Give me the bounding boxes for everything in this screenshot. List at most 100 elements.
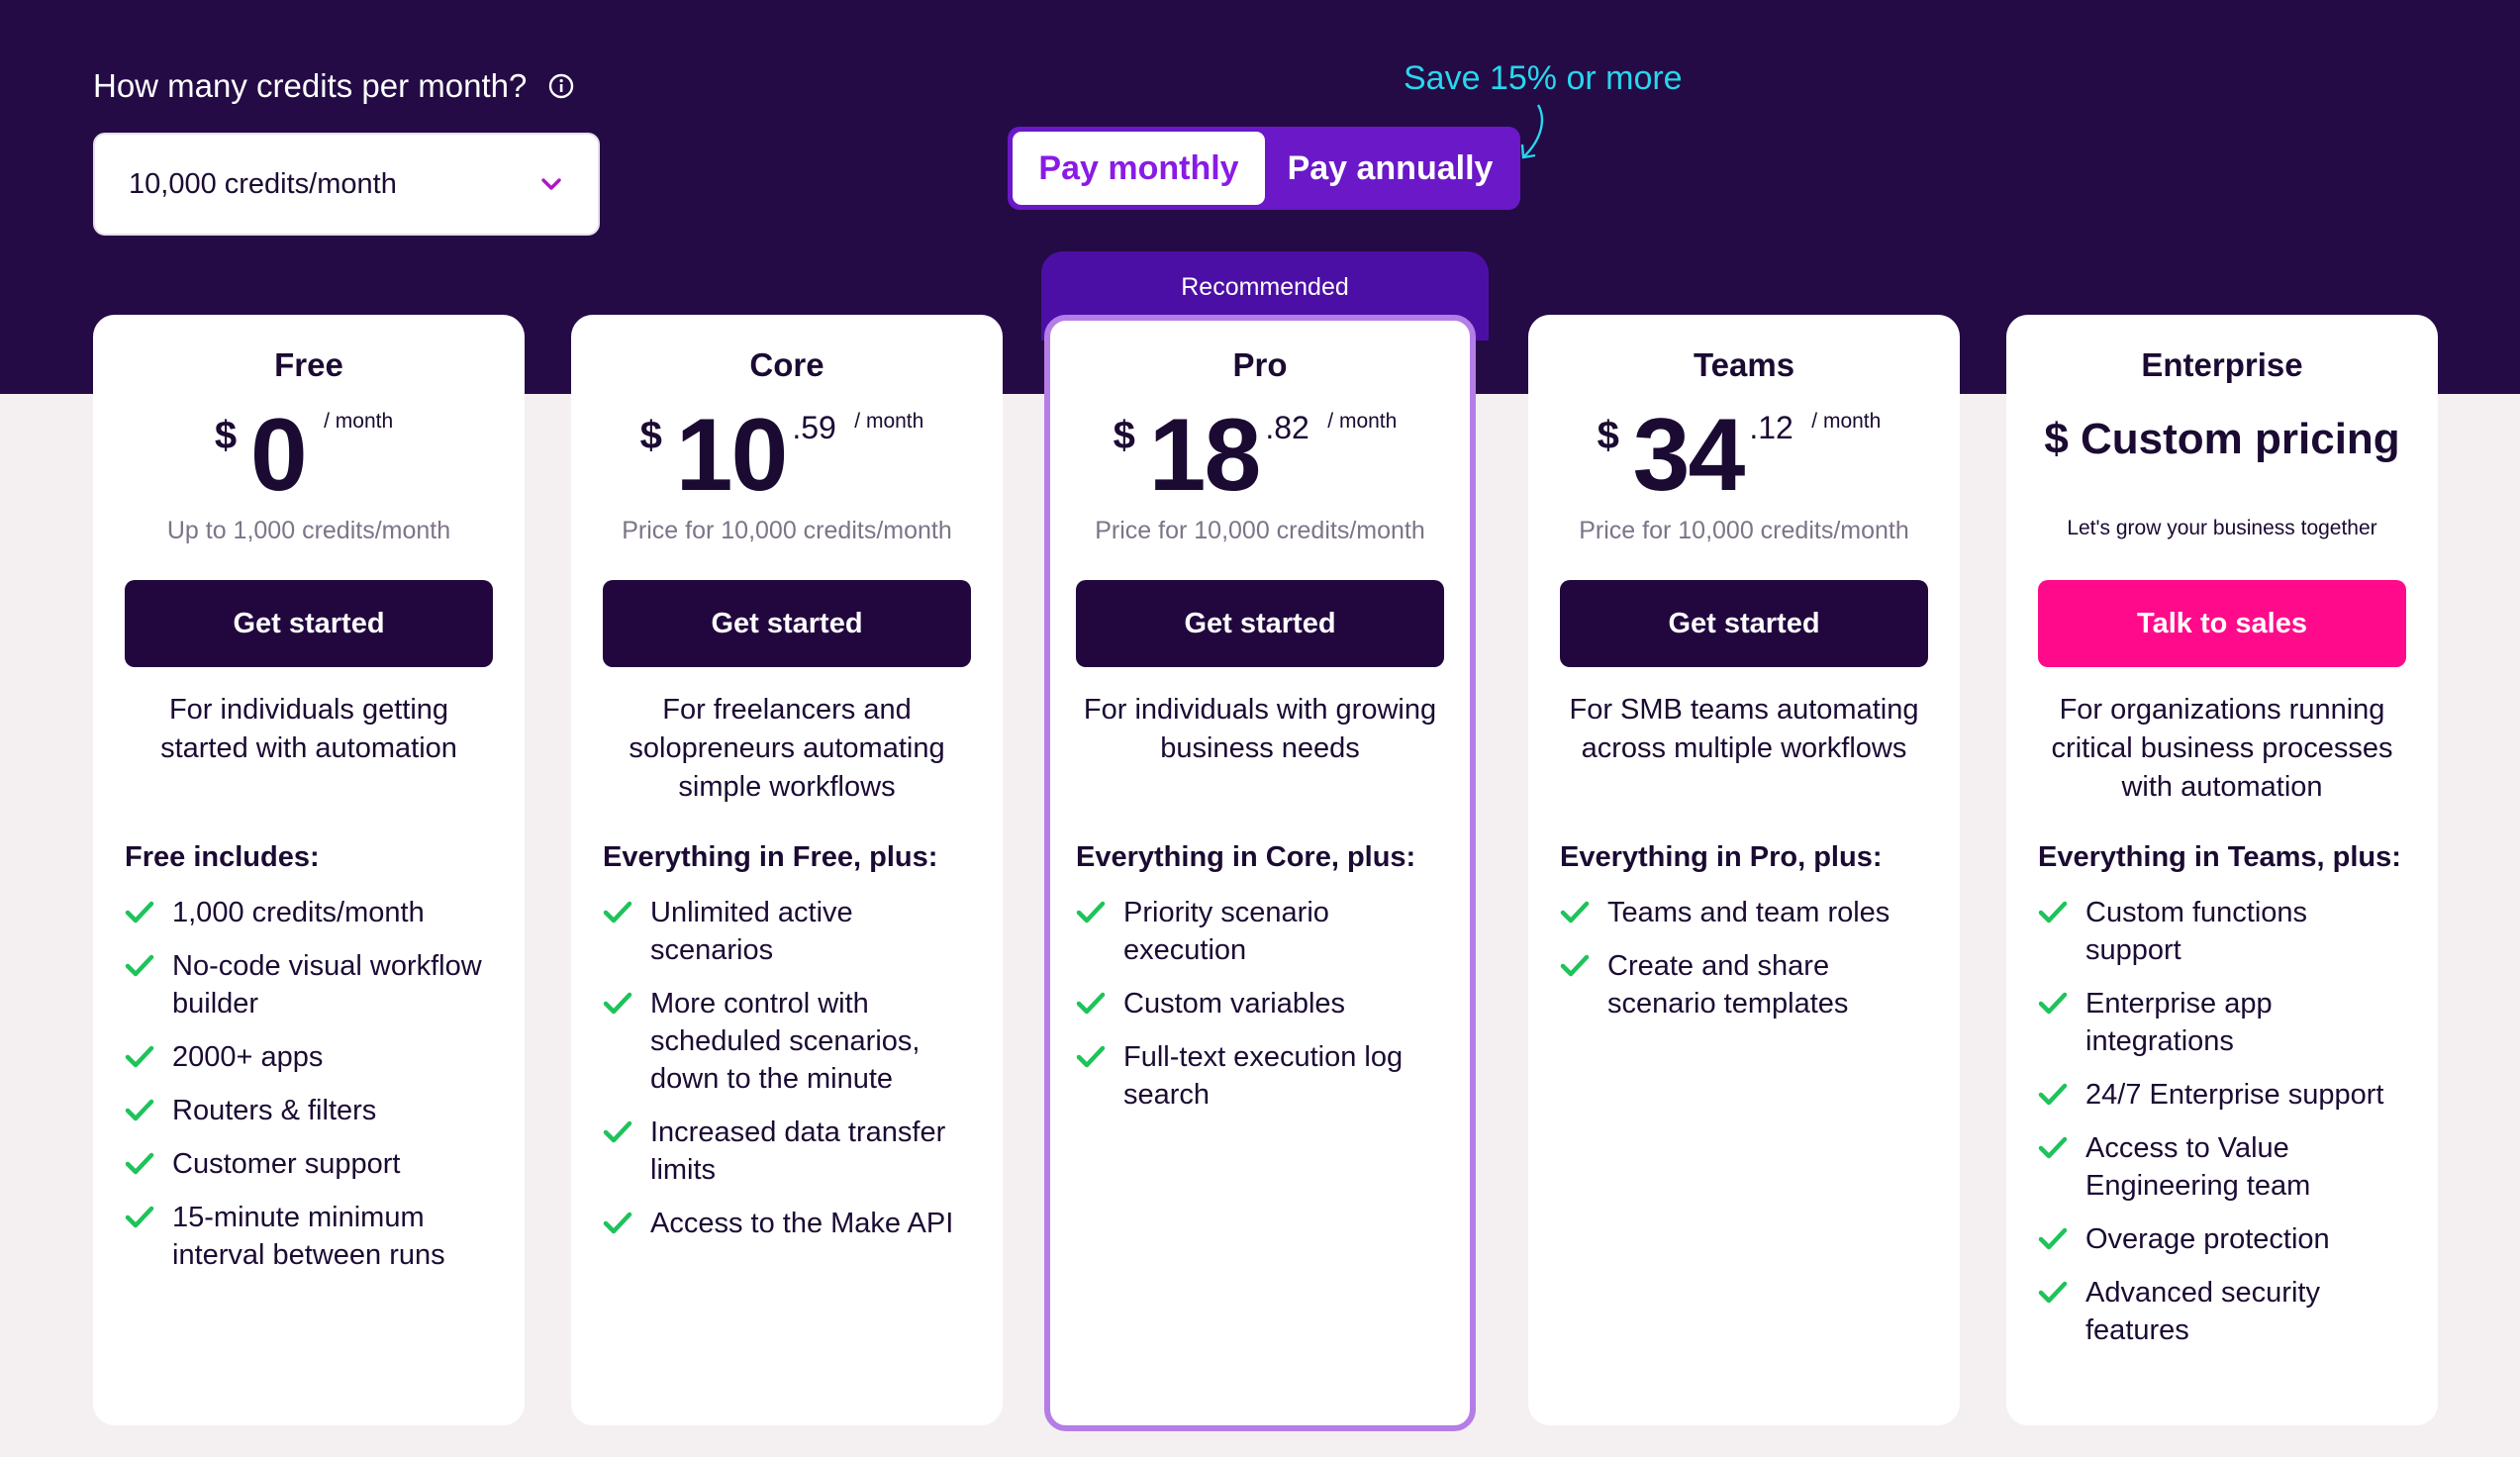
check-icon (1076, 901, 1106, 923)
check-icon (603, 1120, 632, 1143)
price-note: Price for 10,000 credits/month (1095, 517, 1425, 544)
feature-text: More control with scheduled scenarios, d… (650, 988, 921, 1095)
feature-item: 15-minute minimum interval between runs (125, 1199, 493, 1274)
feature-item: Custom functions support (2038, 894, 2406, 969)
includes-title: Everything in Free, plus: (603, 841, 938, 873)
feature-text: Teams and team roles (1607, 897, 1890, 928)
plan-description: For organizations running critical busin… (2051, 694, 2393, 803)
check-icon (125, 1206, 154, 1228)
plan-price: $ 0 / month (125, 400, 493, 511)
credits-select-value: 10,000 credits/month (129, 167, 397, 200)
feature-item: Overage protection (2038, 1220, 2406, 1258)
get-started-button[interactable]: Get started (125, 580, 493, 667)
plan-card-core: Core $ 10.59 / month Price for 10,000 cr… (571, 315, 1003, 1425)
feature-item: No-code visual workflow builder (125, 947, 493, 1022)
feature-item: Create and share scenario templates (1560, 947, 1928, 1022)
feature-text: Custom functions support (2085, 897, 2308, 966)
plan-description: For individuals getting started with aut… (160, 694, 457, 764)
get-started-button[interactable]: Get started (1560, 580, 1928, 667)
feature-text: 1,000 credits/month (172, 897, 425, 928)
custom-pricing: $ Custom pricing (2044, 415, 2400, 463)
feature-text: 2000+ apps (172, 1041, 324, 1073)
price-period: / month (854, 410, 924, 433)
price-cents: .59 (792, 410, 836, 445)
price-period: / month (324, 410, 394, 433)
price-note: Let's grow your business together (2067, 517, 2377, 539)
check-icon (2038, 992, 2068, 1015)
check-icon (2038, 1281, 2068, 1304)
feature-text: Full-text execution log search (1123, 1041, 1404, 1111)
feature-text: Customer support (172, 1148, 401, 1180)
price-period: / month (1811, 410, 1882, 433)
plan-card-pro: Pro $ 18.82 / month Price for 10,000 cre… (1044, 315, 1476, 1431)
check-icon (2038, 901, 2068, 923)
price-whole: 34 (1632, 398, 1746, 513)
feature-item: Enterprise app integrations (2038, 985, 2406, 1060)
feature-item: Custom variables (1076, 985, 1444, 1022)
feature-item: Unlimited active scenarios (603, 894, 971, 969)
check-icon (125, 1152, 154, 1175)
feature-text: Create and share scenario templates (1607, 950, 1849, 1020)
includes-title: Free includes: (125, 841, 320, 873)
check-icon (1560, 901, 1590, 923)
price-cents: .82 (1265, 410, 1309, 445)
feature-item: Access to the Make API (603, 1205, 971, 1242)
plan-card-teams: Teams $ 34.12 / month Price for 10,000 c… (1528, 315, 1960, 1425)
feature-text: Increased data transfer limits (650, 1117, 946, 1186)
check-icon (1076, 992, 1106, 1015)
curved-arrow-icon (1520, 104, 1544, 159)
feature-list: 1,000 credits/month No-code visual workf… (125, 894, 493, 1274)
feature-item: Teams and team roles (1560, 894, 1928, 931)
price-whole: 0 (249, 398, 308, 513)
feature-item: Access to Value Engineering team (2038, 1129, 2406, 1205)
price-note: Price for 10,000 credits/month (622, 517, 952, 544)
feature-list: Custom functions support Enterprise app … (2038, 894, 2406, 1349)
plan-name: Core (749, 346, 824, 383)
pay-annually-option[interactable]: Pay annually (1265, 132, 1515, 205)
plan-card-free: Free $ 0 / month Up to 1,000 credits/mon… (93, 315, 525, 1425)
check-icon (2038, 1136, 2068, 1159)
price-whole: 18 (1148, 398, 1262, 513)
feature-text: Priority scenario execution (1123, 897, 1329, 966)
check-icon (603, 992, 632, 1015)
feature-text: Access to the Make API (650, 1208, 954, 1239)
get-started-button[interactable]: Get started (1076, 580, 1444, 667)
includes-title: Everything in Core, plus: (1076, 841, 1416, 873)
feature-list: Priority scenario execution Custom varia… (1076, 894, 1444, 1114)
check-icon (1560, 954, 1590, 977)
info-icon[interactable] (548, 73, 574, 99)
feature-item: Routers & filters (125, 1092, 493, 1129)
check-icon (2038, 1227, 2068, 1250)
feature-text: 24/7 Enterprise support (2085, 1079, 2384, 1111)
plan-description: For freelancers and solopreneurs automat… (629, 694, 945, 803)
pay-monthly-option[interactable]: Pay monthly (1013, 132, 1265, 205)
feature-item: Customer support (125, 1145, 493, 1183)
plan-price: $ 34.12 / month (1560, 400, 1928, 511)
feature-item: 1,000 credits/month (125, 894, 493, 931)
chevron-down-icon (541, 178, 561, 190)
feature-text: 15-minute minimum interval between runs (172, 1202, 445, 1271)
talk-to-sales-button[interactable]: Talk to sales (2038, 580, 2406, 667)
feature-item: Full-text execution log search (1076, 1038, 1444, 1114)
get-started-button[interactable]: Get started (603, 580, 971, 667)
price-currency: $ (1597, 414, 1619, 457)
feature-item: Advanced security features (2038, 1274, 2406, 1349)
plan-price: $ 10.59 / month (603, 400, 971, 511)
save-note: Save 15% or more (1404, 59, 1683, 97)
check-icon (1076, 1045, 1106, 1068)
feature-text: Overage protection (2085, 1223, 2330, 1255)
feature-item: 2000+ apps (125, 1038, 493, 1076)
plan-name: Teams (1693, 346, 1795, 383)
price-cents: .12 (1749, 410, 1793, 445)
price-note: Price for 10,000 credits/month (1579, 517, 1909, 544)
price-currency: $ (639, 414, 662, 457)
price-whole: 10 (675, 398, 789, 513)
credits-select[interactable]: 10,000 credits/month (93, 133, 600, 236)
includes-title: Everything in Teams, plus: (2038, 841, 2401, 873)
check-icon (125, 1045, 154, 1068)
feature-list: Teams and team roles Create and share sc… (1560, 894, 1928, 1022)
feature-text: No-code visual workflow builder (172, 950, 482, 1020)
check-icon (125, 901, 154, 923)
price-currency: $ (1113, 414, 1135, 457)
plan-name: Enterprise (2141, 346, 2303, 383)
